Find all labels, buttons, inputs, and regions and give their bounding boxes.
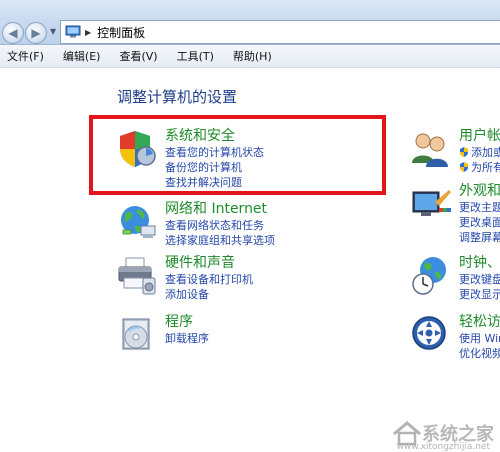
link-setup-parental[interactable]: 为所有: [471, 161, 500, 174]
link-use-windows-suggestions[interactable]: 使用 Win: [459, 331, 500, 346]
menu-view[interactable]: 查看(V): [112, 48, 157, 64]
menu-help[interactable]: 帮助(H): [226, 48, 272, 64]
uac-shield-icon: [460, 162, 468, 172]
link-network-status[interactable]: 查看网络状态和任务: [165, 218, 275, 233]
programs-icon[interactable]: [115, 313, 159, 357]
category-title-user-accounts[interactable]: 用户帐: [459, 127, 500, 145]
arrow-right-icon: ▶: [31, 26, 41, 40]
link-uninstall-program[interactable]: 卸载程序: [165, 331, 209, 346]
breadcrumb-chevron-icon[interactable]: ▶: [85, 28, 91, 37]
category-title-network-internet[interactable]: 网络和 Internet: [165, 200, 275, 218]
link-add-device[interactable]: 添加设备: [165, 287, 253, 302]
link-devices-printers[interactable]: 查看设备和打印机: [165, 272, 253, 287]
category-clock-region: 时钟、 更改键盘 更改显示: [409, 254, 500, 302]
category-user-accounts: 用户帐 添加或 为所有: [409, 127, 500, 175]
category-title-ease-of-access[interactable]: 轻松访: [459, 313, 500, 331]
breadcrumb-control-panel[interactable]: 控制面板: [97, 24, 145, 41]
link-adjust-resolution[interactable]: 调整屏幕: [459, 230, 500, 245]
ease-of-access-icon[interactable]: [409, 313, 453, 357]
category-programs: 程序 卸载程序: [115, 313, 209, 357]
link-add-remove-accounts[interactable]: 添加或: [471, 146, 500, 159]
menu-edit[interactable]: 编辑(E): [56, 48, 101, 64]
network-globe-icon[interactable]: [115, 200, 159, 244]
category-title-appearance[interactable]: 外观和: [459, 182, 500, 200]
user-link-row-1: 添加或: [459, 145, 500, 160]
page-title: 调整计算机的设置: [117, 88, 238, 106]
link-optimize-visual[interactable]: 优化视频: [459, 346, 500, 361]
link-change-theme[interactable]: 更改主题: [459, 200, 500, 215]
link-homegroup-sharing[interactable]: 选择家庭组和共享选项: [165, 233, 275, 248]
link-change-keyboard[interactable]: 更改键盘: [459, 272, 500, 287]
forward-button[interactable]: ▶: [25, 22, 47, 44]
menu-file[interactable]: 文件(F): [0, 48, 44, 64]
appearance-icon[interactable]: [409, 182, 453, 226]
printer-icon[interactable]: [115, 254, 159, 298]
category-title-programs[interactable]: 程序: [165, 313, 209, 331]
menu-tools[interactable]: 工具(T): [170, 48, 214, 64]
address-toolbar: ◀ ▶ ▼ ▶ 控制面板: [0, 0, 500, 45]
category-hardware-sound: 硬件和声音 查看设备和打印机 添加设备: [115, 254, 253, 302]
back-button[interactable]: ◀: [2, 22, 24, 44]
watermark-url: www.xitongzhijia.net: [396, 442, 490, 452]
category-network-internet: 网络和 Internet 查看网络状态和任务 选择家庭组和共享选项: [115, 200, 275, 248]
category-appearance: 外观和 更改主题 更改桌面 调整屏幕: [409, 182, 500, 245]
menu-bar: 文件(F) 编辑(E) 查看(V) 工具(T) 帮助(H): [0, 45, 500, 68]
users-icon[interactable]: [409, 127, 453, 171]
uac-shield-icon: [460, 147, 468, 157]
clock-globe-icon[interactable]: [409, 254, 453, 298]
highlight-annotation-box: [89, 115, 386, 195]
link-change-background[interactable]: 更改桌面: [459, 215, 500, 230]
control-panel-icon: [65, 25, 81, 38]
user-link-row-2: 为所有: [459, 160, 500, 175]
category-title-hardware-sound[interactable]: 硬件和声音: [165, 254, 253, 272]
recent-pages-dropdown-icon[interactable]: ▼: [50, 27, 56, 36]
category-title-clock-region[interactable]: 时钟、: [459, 254, 500, 272]
address-field[interactable]: ▶ 控制面板: [60, 20, 500, 44]
arrow-left-icon: ◀: [8, 26, 18, 40]
link-change-display-language[interactable]: 更改显示: [459, 287, 500, 302]
category-ease-of-access: 轻松访 使用 Win 优化视频: [409, 313, 500, 361]
